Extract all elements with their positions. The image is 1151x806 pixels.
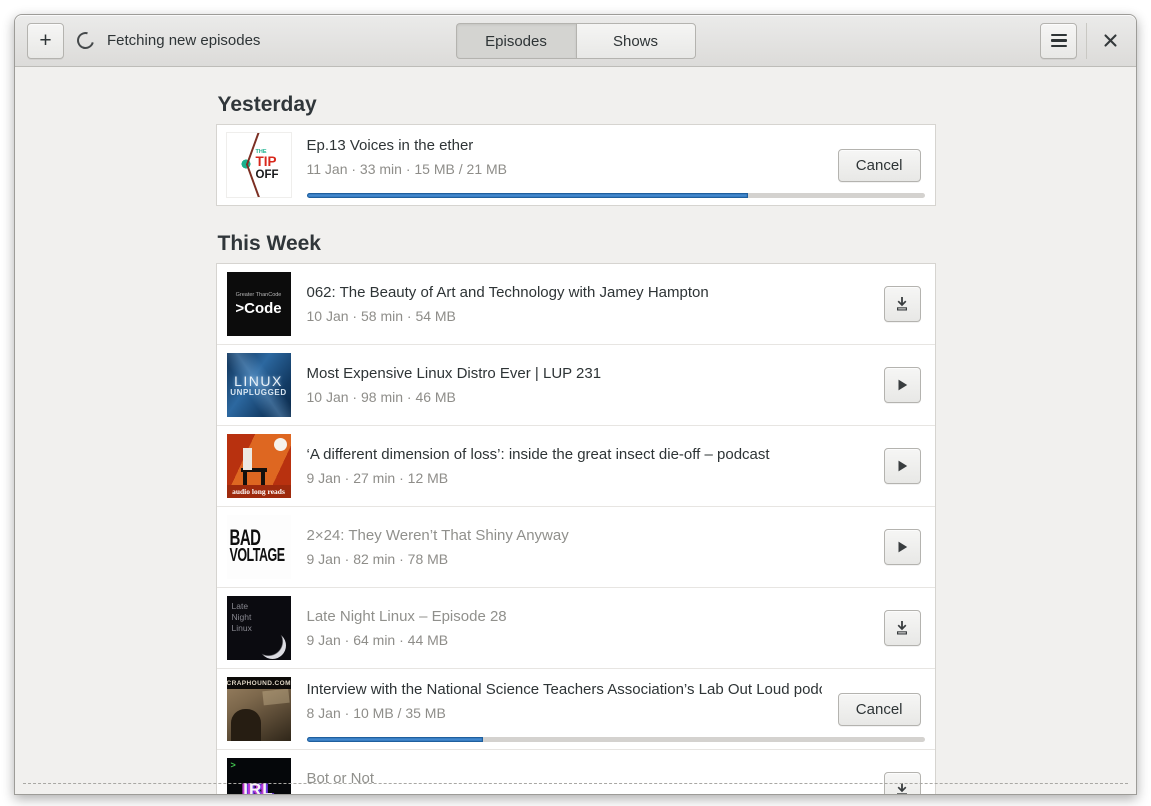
episode-title: Bot or Not [306,770,375,788]
scroll-undershoot-indicator [23,783,1128,784]
episode-meta: 8 Jan · 10 MB / 35 MB [306,705,446,722]
episode-meta: 10 Jan · 58 min · 54 MB [306,308,456,325]
episode-art: BAD VOLTAGE [226,515,291,580]
episode-action: Cancel [837,692,921,726]
episode-title: 2×24: They Weren’t That Shiny Anyway [306,527,569,545]
download-icon [897,297,907,311]
episode-art: Greater ThanCode >Code [226,272,291,337]
progress-fill [306,737,484,743]
play-button[interactable] [883,367,921,404]
episode-row: THE TIP OFF Ep.13 Voices in the ether 11 J… [217,125,935,205]
episode-sections: Yesterday THE TIP OFF Ep.13 Voices in the … [15,67,1136,794]
episode-action: Cancel [837,148,921,182]
episode-list: Greater ThanCode >Code 062: The Beauty of… [215,263,936,794]
episode-section: Yesterday THE TIP OFF Ep.13 Voices in the … [215,67,936,207]
progress-fill [306,193,748,199]
headerbar: + Fetching new episodes Episodes Shows [15,15,1136,67]
episode-row: audio long reads ‘A different dimension … [216,425,935,506]
app-window: + Fetching new episodes Episodes Shows Y… [14,14,1137,795]
episode-list: THE TIP OFF Ep.13 Voices in the ether 11 J… [215,124,936,207]
episode-row: > IRL Bot or Not [216,749,935,794]
episode-action [883,529,921,566]
spinner-icon [73,28,98,53]
close-button[interactable] [1096,26,1124,56]
view-switcher: Episodes Shows [455,23,696,59]
headerbar-separator [1086,22,1087,59]
episode-text: Interview with the National Science Teac… [307,681,822,737]
episode-row: Greater ThanCode >Code 062: The Beauty of… [217,264,935,344]
episode-action [883,610,921,647]
download-button[interactable] [883,286,921,323]
episode-action [883,367,921,404]
episode-meta: 9 Jan · 82 min · 78 MB [306,551,449,568]
episode-text: ‘A different dimension of loss’: inside … [307,446,868,486]
episode-text: Ep.13 Voices in the ether 11 Jan · 33 mi… [307,137,822,193]
cancel-button[interactable]: Cancel [837,692,921,726]
add-podcast-button[interactable]: + [27,22,64,59]
episode-section: This Week Greater ThanCode >Code 062: The… [215,206,936,794]
episode-art: Late Night Linux [226,596,291,661]
episode-row: Late Night Linux Late Night Linux – Episod… [216,587,935,668]
episode-action [883,448,921,485]
episode-row: LINUX UNPLUGGED Most Expensive Linux Dist… [216,344,935,425]
play-icon [898,541,908,553]
section-title: This Week [217,232,321,256]
episode-meta: 9 Jan · 64 min · 44 MB [306,632,449,649]
hamburger-icon [1050,33,1067,48]
play-icon [898,460,908,472]
episode-title: Most Expensive Linux Distro Ever | LUP 2… [306,365,602,383]
play-icon [898,379,908,391]
tab-shows[interactable]: Shows [575,23,696,59]
episode-row: CRAPHOUND.COM Interview with the Nationa… [216,668,935,749]
headerbar-left: + Fetching new episodes [27,22,261,59]
section-title: Yesterday [217,93,317,116]
status-text: Fetching new episodes [107,32,261,49]
play-button[interactable] [883,529,921,566]
episode-row: BAD VOLTAGE 2×24: They Weren’t That Shiny… [216,506,935,587]
menu-button[interactable] [1040,22,1077,59]
close-icon [1103,34,1117,47]
episode-title: Ep.13 Voices in the ether [306,137,474,155]
episode-title: 062: The Beauty of Art and Technology wi… [306,284,709,302]
episode-meta: 10 Jan · 98 min · 46 MB [306,389,456,406]
episode-meta: 9 Jan · 27 min · 12 MB [306,470,449,487]
episode-meta: 11 Jan · 33 min · 15 MB / 21 MB [306,161,508,178]
episode-action [883,286,921,323]
headerbar-right [1040,22,1124,59]
episode-art: audio long reads [226,434,291,499]
progress-bar [306,737,925,743]
episode-art: LINUX UNPLUGGED [226,353,291,418]
episode-text: 062: The Beauty of Art and Technology wi… [307,284,868,324]
download-icon [897,621,907,635]
episode-art: CRAPHOUND.COM [226,677,291,742]
download-button[interactable] [883,610,921,647]
episode-art: THE TIP OFF [225,132,292,199]
episode-text: Most Expensive Linux Distro Ever | LUP 2… [307,365,868,405]
episode-text: 2×24: They Weren’t That Shiny Anyway 9 J… [307,527,868,567]
episode-title: Interview with the National Science Teac… [306,681,822,699]
play-button[interactable] [883,448,921,485]
progress-bar [306,193,925,199]
episode-text: Late Night Linux – Episode 28 9 Jan · 64… [307,608,868,648]
episode-art: > IRL [226,758,291,794]
episode-title: ‘A different dimension of loss’: inside … [306,446,770,464]
tab-episodes[interactable]: Episodes [455,23,576,59]
cancel-button[interactable]: Cancel [837,148,921,182]
episode-title: Late Night Linux – Episode 28 [306,608,507,626]
